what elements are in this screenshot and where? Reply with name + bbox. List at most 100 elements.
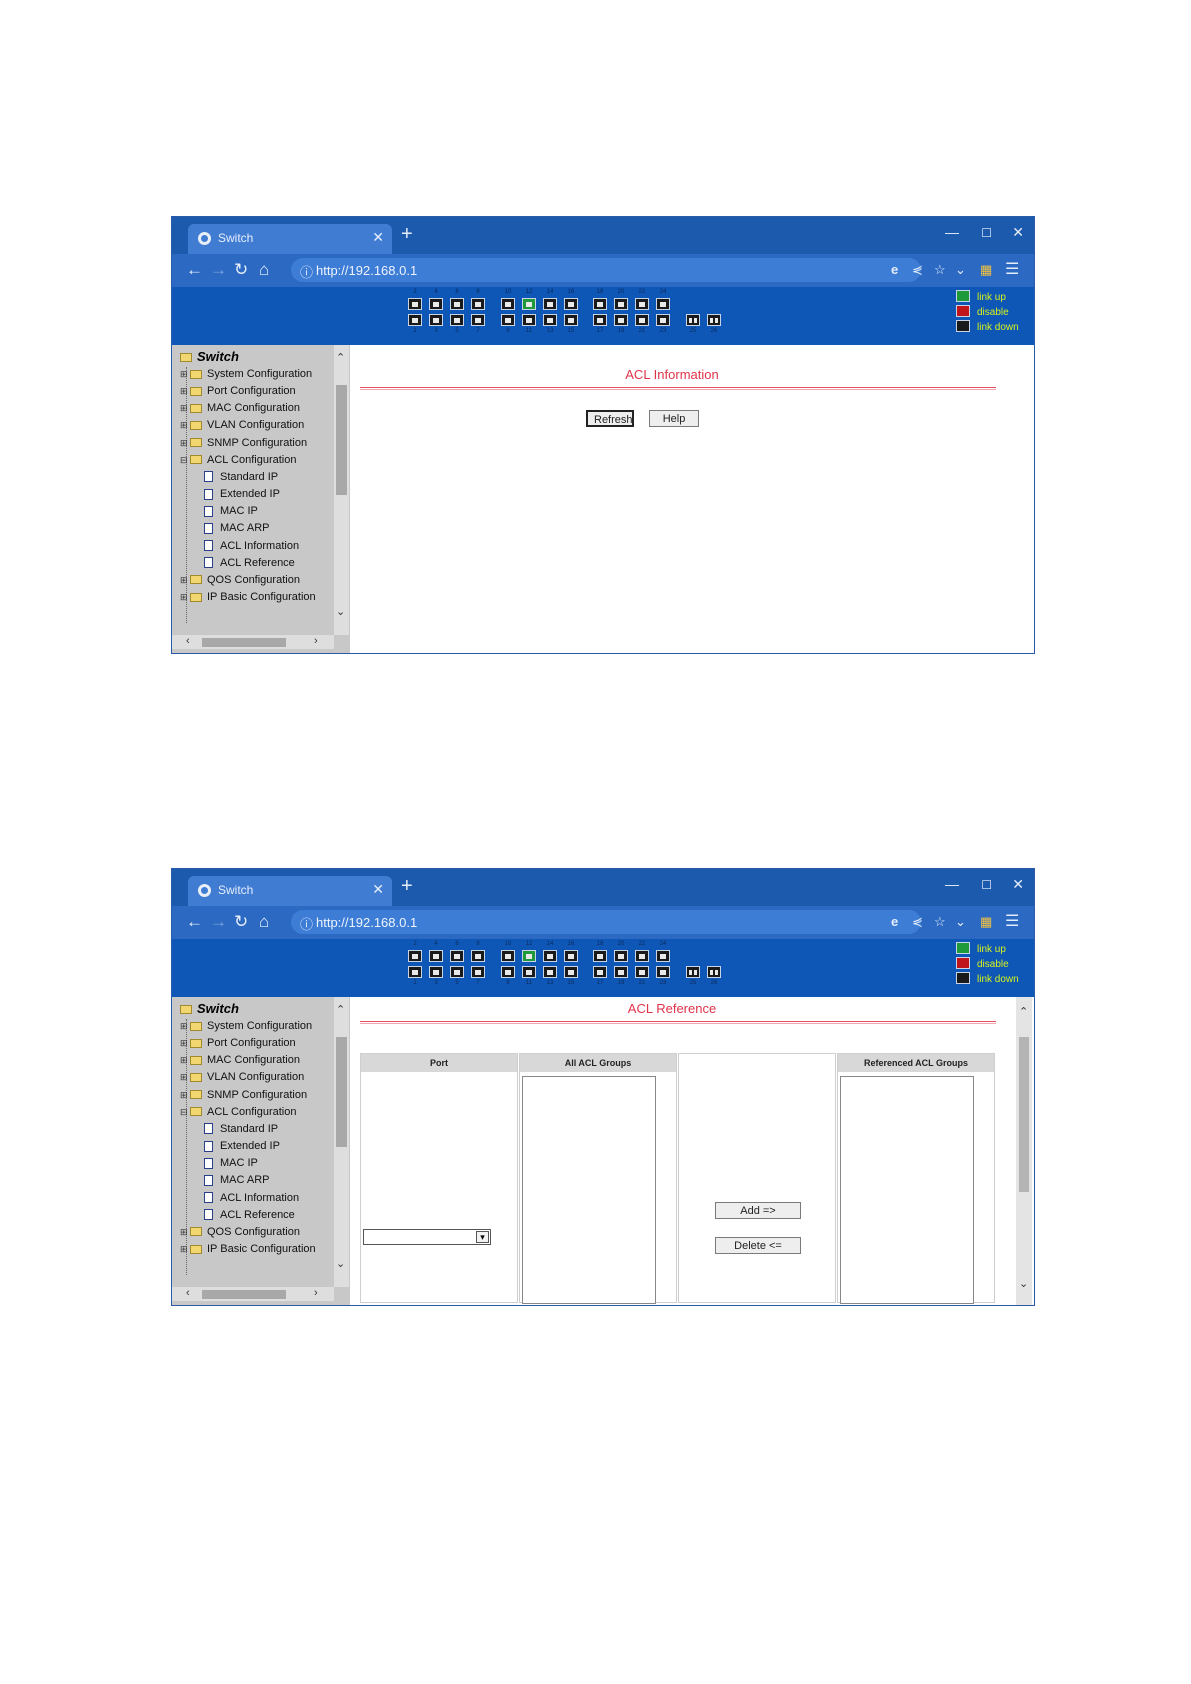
info-icon[interactable]: ⓘ bbox=[300, 914, 313, 933]
expand-icon[interactable]: ⊞ bbox=[180, 573, 188, 588]
expand-icon[interactable]: ⊞ bbox=[180, 1053, 188, 1068]
port-24-icon[interactable] bbox=[656, 298, 670, 310]
tree-subitem-standard-ip[interactable]: Standard IP bbox=[204, 470, 278, 485]
port-26-icon[interactable] bbox=[707, 314, 721, 326]
share-icon[interactable]: ⋞ bbox=[912, 262, 923, 278]
extensions-icon[interactable]: ▦ bbox=[980, 262, 992, 278]
tree-subitem-acl-information[interactable]: ACL Information bbox=[204, 539, 299, 554]
port-10-icon[interactable] bbox=[501, 298, 515, 310]
info-icon[interactable]: ⓘ bbox=[300, 262, 313, 281]
tree-subitem-mac-arp[interactable]: MAC ARP bbox=[204, 521, 270, 536]
forward-arrow-icon[interactable]: → bbox=[210, 912, 227, 932]
tree-vertical-scrollbar[interactable]: ⌃ ⌄ bbox=[334, 997, 349, 1287]
port-14-icon[interactable] bbox=[543, 298, 557, 310]
tree-horizontal-scrollbar[interactable]: ‹ › bbox=[172, 635, 334, 649]
port-21-icon[interactable] bbox=[635, 314, 649, 326]
expand-icon[interactable]: ⊞ bbox=[180, 384, 188, 399]
port-2-icon[interactable] bbox=[408, 950, 422, 962]
url-field[interactable]: ⓘ http://192.168.0.1 bbox=[291, 910, 921, 934]
port-select[interactable]: ▾ bbox=[363, 1229, 491, 1245]
tree-subitem-extended-ip[interactable]: Extended IP bbox=[204, 1139, 280, 1154]
back-arrow-icon[interactable]: ← bbox=[186, 260, 203, 280]
port-17-icon[interactable] bbox=[593, 314, 607, 326]
scrollbar-thumb[interactable] bbox=[202, 638, 286, 647]
url-text[interactable]: http://192.168.0.1 bbox=[316, 263, 417, 278]
tree-subitem-mac-arp[interactable]: MAC ARP bbox=[204, 1173, 270, 1188]
scrollbar-thumb[interactable] bbox=[336, 1037, 347, 1147]
expand-icon[interactable]: ⊞ bbox=[180, 401, 188, 416]
chevron-down-icon[interactable]: ⌄ bbox=[336, 605, 345, 618]
tree-subitem-standard-ip[interactable]: Standard IP bbox=[204, 1122, 278, 1137]
menu-icon[interactable]: ☰ bbox=[1005, 259, 1019, 279]
extensions-icon[interactable]: ▦ bbox=[980, 914, 992, 930]
reload-icon[interactable]: ↻ bbox=[234, 260, 248, 280]
port-8-icon[interactable] bbox=[471, 950, 485, 962]
ie-mode-icon[interactable]: e bbox=[891, 914, 898, 929]
tree-item-qos-configuration[interactable]: ⊞ QOS Configuration bbox=[180, 1225, 300, 1240]
port-24-icon[interactable] bbox=[656, 950, 670, 962]
tree-item-snmp-configuration[interactable]: ⊞ SNMP Configuration bbox=[180, 1088, 307, 1103]
expand-icon[interactable]: ⊞ bbox=[180, 436, 188, 451]
chevron-right-icon[interactable]: › bbox=[314, 635, 318, 647]
tree-subitem-acl-reference[interactable]: ACL Reference bbox=[204, 556, 295, 571]
share-icon[interactable]: ⋞ bbox=[912, 914, 923, 930]
port-1-icon[interactable] bbox=[408, 966, 422, 978]
expand-icon[interactable]: ⊞ bbox=[180, 1019, 188, 1034]
port-8-icon[interactable] bbox=[471, 298, 485, 310]
scrollbar-thumb[interactable] bbox=[1019, 1037, 1029, 1192]
expand-icon[interactable]: ⊞ bbox=[180, 1036, 188, 1051]
refresh-button[interactable]: Refresh bbox=[586, 410, 634, 427]
tree-item-snmp-configuration[interactable]: ⊞ SNMP Configuration bbox=[180, 436, 307, 451]
browser-tab[interactable]: Switch ✕ bbox=[188, 876, 392, 906]
expand-icon[interactable]: ⊞ bbox=[180, 590, 188, 605]
forward-arrow-icon[interactable]: → bbox=[210, 260, 227, 280]
port-18-icon[interactable] bbox=[593, 950, 607, 962]
tree-subitem-extended-ip[interactable]: Extended IP bbox=[204, 487, 280, 502]
reload-icon[interactable]: ↻ bbox=[234, 912, 248, 932]
port-22-icon[interactable] bbox=[635, 950, 649, 962]
port-11-icon[interactable] bbox=[522, 966, 536, 978]
port-21-icon[interactable] bbox=[635, 966, 649, 978]
tree-item-mac-configuration[interactable]: ⊞ MAC Configuration bbox=[180, 1053, 300, 1068]
chevron-down-icon[interactable]: ⌄ bbox=[955, 914, 966, 930]
expand-icon[interactable]: ⊞ bbox=[180, 367, 188, 382]
port-15-icon[interactable] bbox=[564, 314, 578, 326]
tree-subitem-acl-information[interactable]: ACL Information bbox=[204, 1191, 299, 1206]
tree-subitem-mac-ip[interactable]: MAC IP bbox=[204, 1156, 258, 1171]
chevron-up-icon[interactable]: ⌃ bbox=[336, 1003, 345, 1016]
collapse-icon[interactable]: ⊟ bbox=[180, 1105, 188, 1120]
close-tab-icon[interactable]: ✕ bbox=[372, 881, 384, 898]
url-field[interactable]: ⓘ http://192.168.0.1 bbox=[291, 258, 921, 282]
new-tab-button[interactable]: + bbox=[401, 223, 413, 246]
tree-item-acl-configuration[interactable]: ⊟ ACL Configuration bbox=[180, 1105, 296, 1120]
back-arrow-icon[interactable]: ← bbox=[186, 912, 203, 932]
expand-icon[interactable]: ⊞ bbox=[180, 1242, 188, 1257]
menu-icon[interactable]: ☰ bbox=[1005, 911, 1019, 931]
port-14-icon[interactable] bbox=[543, 950, 557, 962]
minimize-icon[interactable]: — bbox=[945, 224, 959, 240]
tree-horizontal-scrollbar[interactable]: ‹ › bbox=[172, 1287, 334, 1301]
expand-icon[interactable]: ⊞ bbox=[180, 1225, 188, 1240]
port-23-icon[interactable] bbox=[656, 966, 670, 978]
port-10-icon[interactable] bbox=[501, 950, 515, 962]
port-17-icon[interactable] bbox=[593, 966, 607, 978]
star-icon[interactable]: ☆ bbox=[934, 914, 946, 930]
port-20-icon[interactable] bbox=[614, 950, 628, 962]
close-window-icon[interactable]: ✕ bbox=[1012, 876, 1024, 893]
port-19-icon[interactable] bbox=[614, 966, 628, 978]
port-16-icon[interactable] bbox=[564, 950, 578, 962]
port-18-icon[interactable] bbox=[593, 298, 607, 310]
url-text[interactable]: http://192.168.0.1 bbox=[316, 915, 417, 930]
port-2-icon[interactable] bbox=[408, 298, 422, 310]
expand-icon[interactable]: ⊞ bbox=[180, 1070, 188, 1085]
chevron-right-icon[interactable]: › bbox=[314, 1287, 318, 1299]
port-22-icon[interactable] bbox=[635, 298, 649, 310]
tree-item-qos-configuration[interactable]: ⊞ QOS Configuration bbox=[180, 573, 300, 588]
new-tab-button[interactable]: + bbox=[401, 875, 413, 898]
port-1-icon[interactable] bbox=[408, 314, 422, 326]
port-12-icon[interactable] bbox=[522, 298, 536, 310]
port-12-icon[interactable] bbox=[522, 950, 536, 962]
content-scrollbar[interactable]: ⌃ ⌄ bbox=[1016, 997, 1032, 1305]
referenced-acl-groups-list[interactable] bbox=[840, 1076, 974, 1304]
port-19-icon[interactable] bbox=[614, 314, 628, 326]
